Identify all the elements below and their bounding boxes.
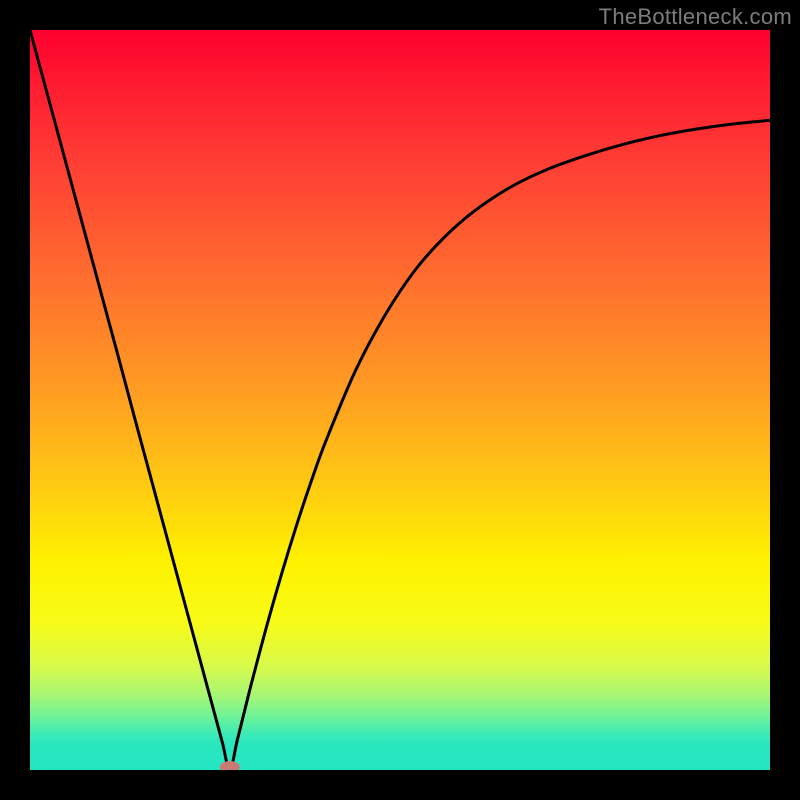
curve-layer (30, 30, 770, 770)
watermark-text: TheBottleneck.com (599, 4, 792, 30)
chart-frame: TheBottleneck.com (0, 0, 800, 800)
bottleneck-curve (30, 30, 770, 770)
curve-minimum-marker (220, 761, 240, 770)
